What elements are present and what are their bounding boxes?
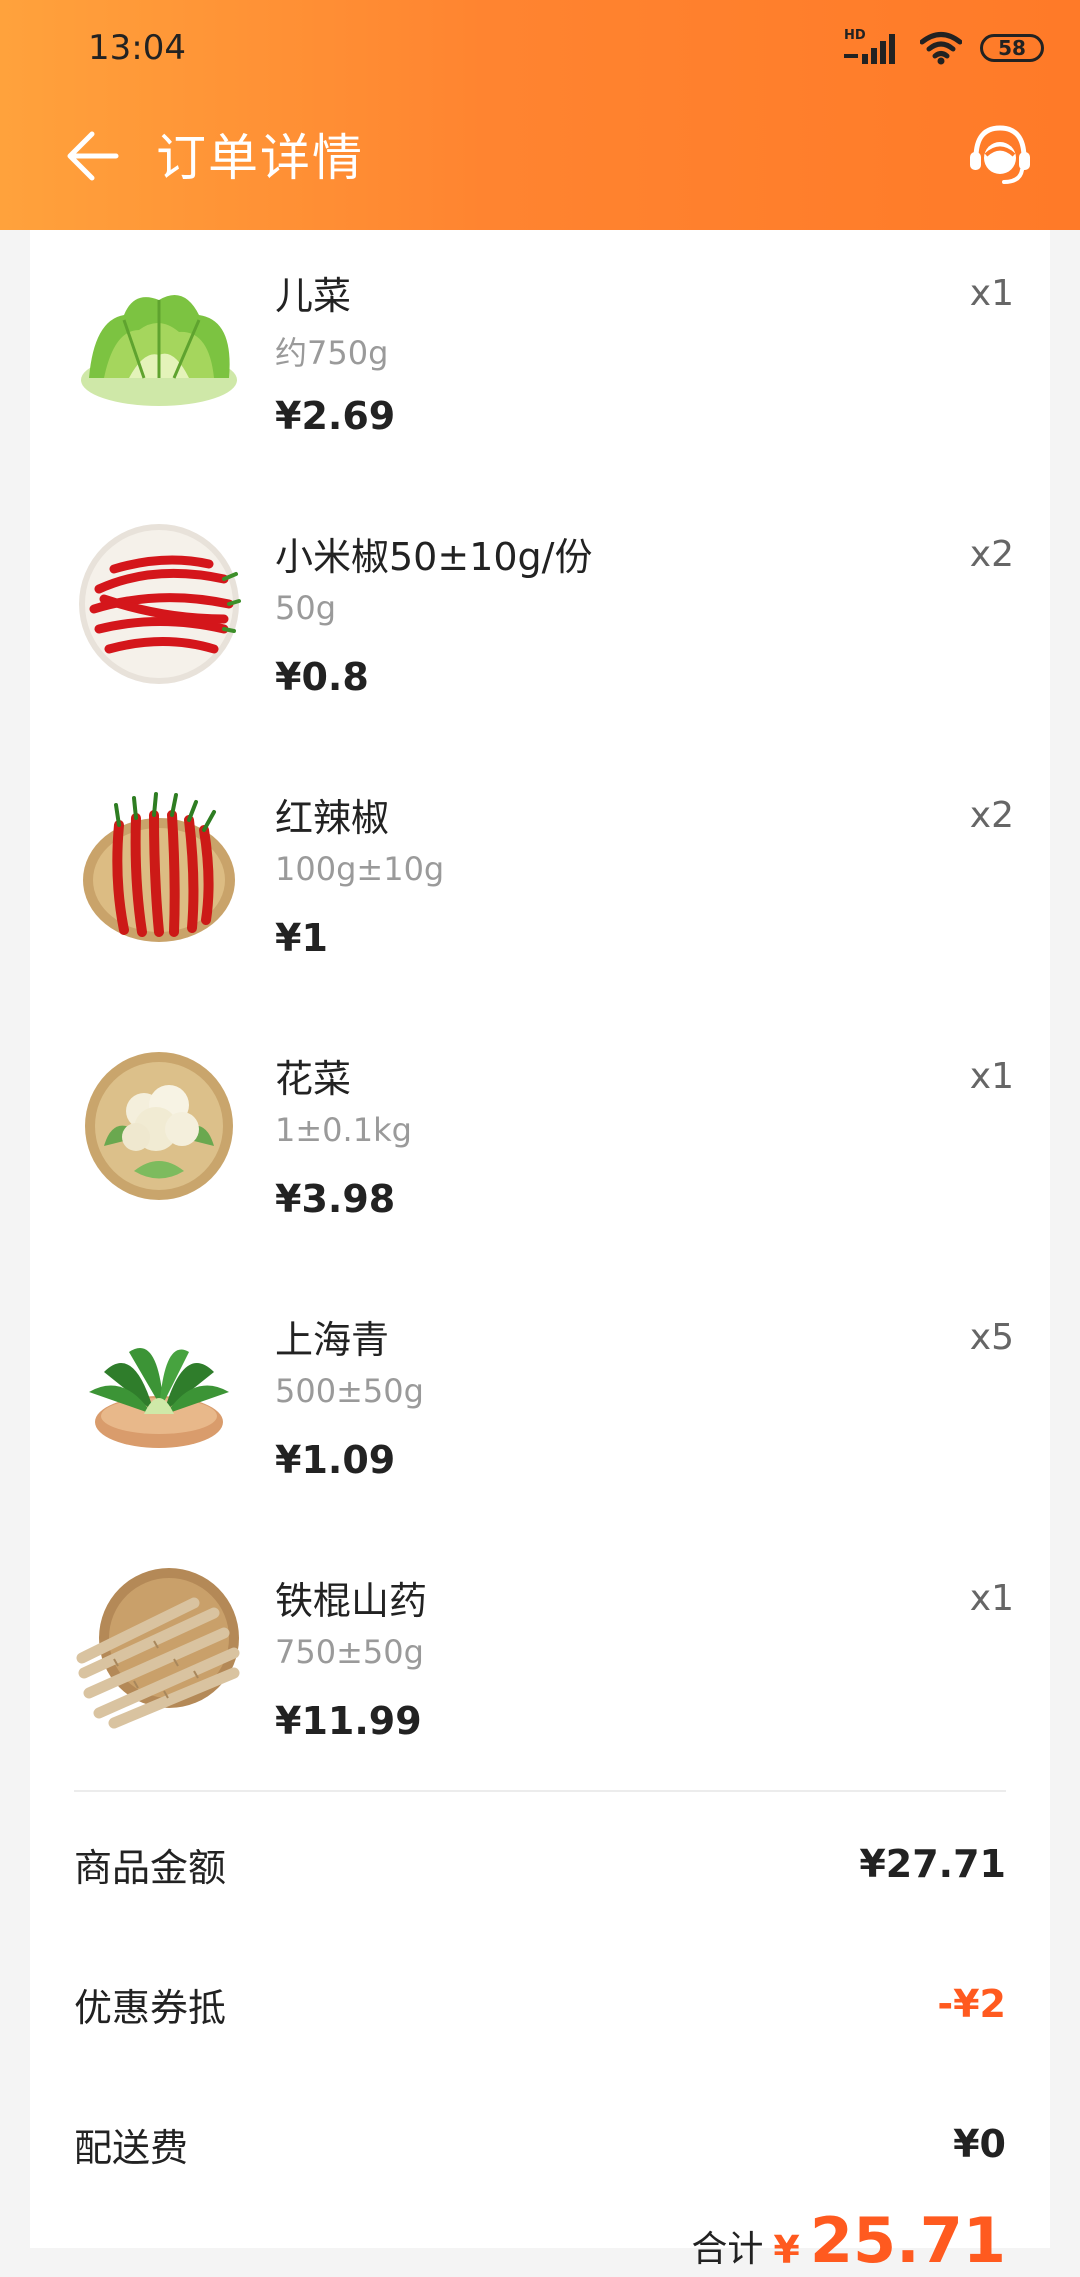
order-item[interactable]: 铁棍山药 750±50g ¥11.99 x1 (30, 1535, 1050, 1796)
item-price: ¥1 (275, 916, 328, 960)
item-qty: x1 (969, 273, 1014, 314)
total-value: 25.71 (809, 2204, 1006, 2277)
item-price: ¥3.98 (275, 1177, 396, 1221)
bok-choy-bowl-image (89, 1348, 229, 1448)
item-spec: 50g (275, 589, 337, 627)
coupon-row: 优惠券抵 -¥2 (74, 1974, 1006, 2034)
delivery-fee-value: ¥0 (953, 2122, 1006, 2166)
total-currency: ¥ (773, 2228, 800, 2272)
red-chili-plate-image (79, 524, 241, 684)
battery-indicator: 58 (980, 34, 1044, 62)
item-spec: 500±50g (275, 1372, 424, 1410)
item-qty: x1 (969, 1578, 1014, 1619)
app-header: 13:04 HD 58 订单详情 (0, 0, 1080, 230)
total-label: 合计 (691, 2229, 764, 2270)
item-qty: x1 (969, 1056, 1014, 1097)
hd-label: HD (844, 28, 866, 43)
status-time: 13:04 (88, 28, 186, 68)
yam-basket-image (76, 1568, 240, 1729)
order-item[interactable]: 小米椒50±10g/份 50g ¥0.8 x2 (30, 491, 1050, 752)
order-item[interactable]: 红辣椒 100g±10g ¥1 x2 (30, 752, 1050, 1013)
item-name: 红辣椒 (275, 796, 390, 840)
coupon-label: 优惠券抵 (74, 1985, 227, 2030)
delivery-fee-row: 配送费 ¥0 (74, 2114, 1006, 2174)
item-name: 儿菜 (275, 274, 352, 318)
item-spec: 1±0.1kg (275, 1111, 412, 1149)
item-name: 小米椒50±10g/份 (275, 535, 593, 579)
item-name: 花菜 (275, 1057, 352, 1101)
greens-leaf-image (81, 295, 237, 406)
goods-amount-label: 商品金额 (74, 1845, 227, 1890)
order-card: 儿菜 约750g ¥2.69 x1 小米椒50±10g/份 50g ¥0.8 x… (30, 230, 1050, 2272)
item-qty: x2 (969, 534, 1014, 575)
item-price: ¥11.99 (275, 1699, 422, 1743)
item-spec: 约750g (275, 334, 389, 372)
item-price: ¥0.8 (275, 655, 369, 699)
page-title: 订单详情 (156, 129, 364, 187)
status-icons: HD 58 (844, 26, 1044, 70)
total-row: 合计 ¥ 25.71 (691, 2192, 1006, 2277)
item-spec: 750±50g (275, 1633, 424, 1671)
goods-amount-value: ¥27.71 (859, 1842, 1006, 1886)
goods-amount-row: 商品金额 ¥27.71 (74, 1834, 1006, 1894)
customer-service-icon[interactable] (964, 118, 1036, 190)
red-peppers-basket-image (83, 792, 235, 942)
order-item[interactable]: 上海青 500±50g ¥1.09 x5 (30, 1274, 1050, 1535)
delivery-fee-label: 配送费 (74, 2125, 189, 2170)
back-arrow-icon[interactable] (62, 126, 122, 186)
item-name: 铁棍山药 (275, 1579, 428, 1623)
divider (74, 1790, 1006, 1792)
signal-icon: HD (844, 28, 902, 68)
order-item[interactable]: 儿菜 约750g ¥2.69 x1 (30, 230, 1050, 491)
cauliflower-basket-image (85, 1052, 233, 1200)
item-spec: 100g±10g (275, 850, 445, 888)
coupon-value: -¥2 (937, 1982, 1006, 2026)
item-price: ¥1.09 (275, 1438, 396, 1482)
wifi-icon (920, 32, 962, 65)
order-item[interactable]: 花菜 1±0.1kg ¥3.98 x1 (30, 1013, 1050, 1274)
item-price: ¥2.69 (275, 394, 396, 438)
item-qty: x5 (969, 1317, 1014, 1358)
item-name: 上海青 (275, 1318, 390, 1362)
item-qty: x2 (969, 795, 1014, 836)
